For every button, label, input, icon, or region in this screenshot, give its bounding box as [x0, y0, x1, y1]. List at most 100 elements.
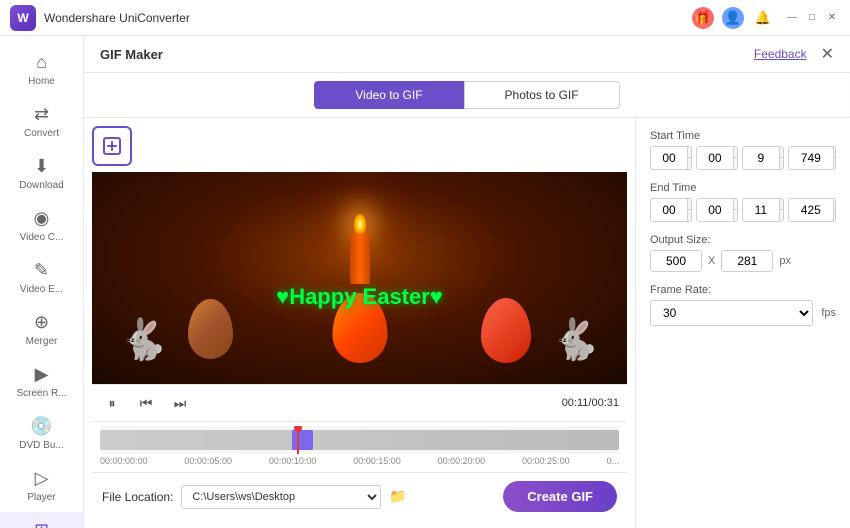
sidebar-item-dvd[interactable]: 💿 DVD Bu... — [0, 408, 83, 460]
height-input[interactable] — [722, 251, 772, 271]
sidebar-item-convert[interactable]: ⇄ Convert — [0, 96, 83, 148]
timeline-section: 00:00:00:00 00:00:05:00 00:00:10:00 00:0… — [92, 421, 627, 472]
start-hour-input[interactable] — [651, 148, 687, 168]
fps-row: 30 15 24 60 fps — [650, 300, 836, 326]
feedback-link[interactable]: Feedback — [754, 47, 807, 61]
file-location-bar: File Location: C:\Users\ws\Desktop 📁 Cre… — [92, 472, 627, 520]
next-button[interactable]: ⏭ — [168, 391, 192, 415]
end-ms-field: ▲ ▼ — [788, 198, 836, 222]
start-ms-down[interactable]: ▼ — [834, 158, 836, 169]
start-sec-input[interactable] — [743, 148, 779, 168]
frame-rate-setting: Frame Rate: 30 15 24 60 fps — [650, 284, 836, 326]
timeline-selection[interactable] — [292, 430, 313, 450]
folder-icon[interactable]: 📁 — [389, 488, 406, 505]
gif-maker-header: GIF Maker Feedback ✕ — [84, 36, 850, 73]
start-ms-up[interactable]: ▲ — [834, 147, 836, 158]
width-input[interactable] — [651, 251, 701, 271]
sidebar-label-merger: Merger — [26, 336, 58, 348]
size-unit-label: px — [779, 255, 791, 267]
end-sec-input[interactable] — [743, 200, 779, 220]
end-ms-up[interactable]: ▲ — [834, 199, 836, 210]
start-min-input[interactable] — [697, 148, 733, 168]
sidebar-item-video-edit[interactable]: ✎ Video E... — [0, 252, 83, 304]
video-preview: 🐇 🐇 ♥Happy Easter♥ — [92, 172, 627, 384]
close-icon[interactable]: ✕ — [821, 44, 834, 64]
rabbit-right: 🐇 — [550, 316, 600, 363]
end-time-setting: End Time ▲ ▼ — [650, 182, 836, 222]
title-bar: W Wondershare UniConverter 🎁 👤 🔔 — □ ✕ — [0, 0, 850, 36]
height-field — [721, 250, 773, 272]
create-gif-button[interactable]: Create GIF — [503, 481, 617, 512]
player-controls: ⏸ ⏮ ⏭ 00:11/00:31 — [92, 384, 627, 421]
sidebar-item-merger[interactable]: ⊕ Merger — [0, 304, 83, 356]
start-min-up[interactable]: ▲ — [734, 147, 738, 158]
sidebar-item-download[interactable]: ⬇ Download — [0, 148, 83, 200]
video-edit-icon: ✎ — [34, 260, 49, 281]
sidebar-item-home[interactable]: ⌂ Home — [0, 44, 83, 96]
pause-button[interactable]: ⏸ — [100, 391, 124, 415]
sidebar-item-player[interactable]: ▷ Player — [0, 460, 83, 512]
minimize-button[interactable]: — — [784, 10, 800, 26]
candle-body — [350, 234, 370, 284]
timeline-track — [100, 430, 619, 450]
timeline-label-4: 00:00:20:00 — [438, 456, 486, 466]
title-bar-icons: 🎁 👤 🔔 — [692, 7, 774, 29]
sidebar-label-video-comp: Video C... — [20, 232, 64, 244]
tab-photos-to-gif[interactable]: Photos to GIF — [464, 81, 620, 109]
prev-icon: ⏮ — [140, 395, 153, 412]
end-ms-down[interactable]: ▼ — [834, 210, 836, 221]
end-sec-down[interactable]: ▼ — [780, 210, 784, 221]
start-sec-up[interactable]: ▲ — [780, 147, 784, 158]
end-ms-input[interactable] — [789, 200, 833, 220]
timeline-bar[interactable] — [100, 426, 619, 454]
timeline-label-1: 00:00:05:00 — [184, 456, 232, 466]
gif-maker-tabs: Video to GIF Photos to GIF — [84, 73, 850, 118]
end-time-inputs: ▲ ▼ ▲ ▼ — [650, 198, 836, 222]
end-min-down[interactable]: ▼ — [734, 210, 738, 221]
start-min-spinner: ▲ ▼ — [733, 147, 738, 169]
current-time: 00:11 — [562, 397, 589, 409]
end-ms-spinner: ▲ ▼ — [833, 199, 836, 221]
maximize-button[interactable]: □ — [804, 10, 820, 26]
close-button[interactable]: ✕ — [824, 10, 840, 26]
prev-button[interactable]: ⏮ — [134, 391, 158, 415]
gift-icon[interactable]: 🎁 — [692, 7, 714, 29]
width-field — [650, 250, 702, 272]
end-sec-up[interactable]: ▲ — [780, 199, 784, 210]
end-hour-down[interactable]: ▼ — [688, 210, 692, 221]
user-icon[interactable]: 👤 — [722, 7, 744, 29]
start-sec-field: ▲ ▼ — [742, 146, 784, 170]
timeline-label-3: 00:00:15:00 — [353, 456, 401, 466]
bell-icon[interactable]: 🔔 — [752, 7, 774, 29]
start-hour-up[interactable]: ▲ — [688, 147, 692, 158]
start-time-inputs: ▲ ▼ ▲ ▼ — [650, 146, 836, 170]
player-icon: ▷ — [35, 468, 49, 489]
sidebar-label-dvd: DVD Bu... — [19, 440, 63, 452]
end-min-up[interactable]: ▲ — [734, 199, 738, 210]
sidebar-item-video-comp[interactable]: ◉ Video C... — [0, 200, 83, 252]
sidebar-label-screen-rec: Screen R... — [16, 388, 66, 400]
end-min-input[interactable] — [697, 200, 733, 220]
time-display: 00:11/00:31 — [562, 397, 619, 409]
add-file-button[interactable] — [92, 126, 132, 166]
start-sec-spinner: ▲ ▼ — [779, 147, 784, 169]
end-hour-up[interactable]: ▲ — [688, 199, 692, 210]
sidebar-label-convert: Convert — [24, 128, 59, 140]
start-hour-down[interactable]: ▼ — [688, 158, 692, 169]
sidebar-label-home: Home — [28, 76, 55, 88]
sidebar-item-screen-rec[interactable]: ▶ Screen R... — [0, 356, 83, 408]
gif-maker-title: GIF Maker — [100, 47, 163, 62]
file-location-select[interactable]: C:\Users\ws\Desktop — [181, 485, 381, 509]
tab-video-to-gif[interactable]: Video to GIF — [314, 81, 463, 109]
end-hour-input[interactable] — [651, 200, 687, 220]
window-controls: — □ ✕ — [784, 10, 840, 26]
fps-select[interactable]: 30 15 24 60 — [650, 300, 813, 326]
next-icon: ⏭ — [174, 395, 187, 412]
start-min-down[interactable]: ▼ — [734, 158, 738, 169]
timeline-label-6: 0... — [606, 456, 619, 466]
end-sec-field: ▲ ▼ — [742, 198, 784, 222]
start-ms-input[interactable] — [789, 148, 833, 168]
sidebar-item-toolbox[interactable]: ⊞ Toolbox — [0, 512, 83, 528]
start-sec-down[interactable]: ▼ — [780, 158, 784, 169]
convert-icon: ⇄ — [34, 104, 49, 125]
